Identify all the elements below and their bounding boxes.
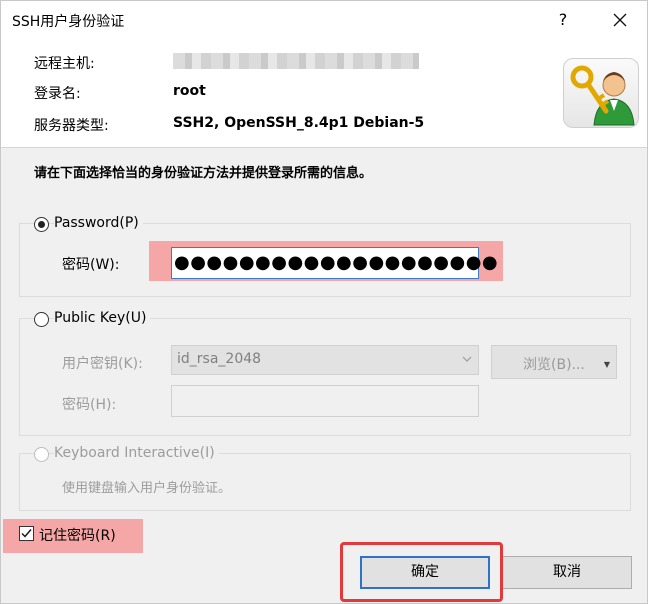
close-icon bbox=[613, 13, 627, 27]
window-title: SSH用户身份验证 bbox=[12, 14, 125, 30]
password-field-label: 密码(W): bbox=[62, 257, 120, 273]
ssh-auth-dialog: SSH用户身份验证 ? 远程主机: 登录名: root 服务器类型: SSH2,… bbox=[0, 0, 648, 604]
password-radio-label[interactable]: Password(P) bbox=[54, 215, 143, 231]
browse-button-label: 浏览(B)... bbox=[523, 357, 585, 373]
checkmark-icon bbox=[21, 529, 32, 538]
browse-button[interactable]: 浏览(B)... ▼ bbox=[491, 345, 617, 379]
title-bar: SSH用户身份验证 ? bbox=[1, 1, 647, 39]
password-input-value: ●●●●●●●●●●●●●●●●●●●● bbox=[174, 252, 499, 273]
key-user-icon bbox=[563, 58, 639, 128]
cancel-button[interactable]: 取消 bbox=[502, 556, 632, 589]
close-button[interactable] bbox=[595, 1, 645, 39]
publickey-radio[interactable] bbox=[34, 312, 49, 327]
keyboard-interactive-radio[interactable] bbox=[34, 447, 49, 462]
passphrase-label: 密码(H): bbox=[62, 397, 117, 413]
help-button[interactable]: ? bbox=[541, 1, 585, 39]
remote-host-label: 远程主机: bbox=[34, 56, 95, 72]
connection-info: 远程主机: 登录名: root 服务器类型: SSH2, OpenSSH_8.4… bbox=[1, 39, 647, 147]
ok-button-annotation bbox=[340, 542, 503, 602]
server-type-value: SSH2, OpenSSH_8.4p1 Debian-5 bbox=[173, 115, 425, 131]
remote-host-value-redacted bbox=[173, 53, 419, 69]
passphrase-input[interactable] bbox=[171, 385, 479, 417]
chevron-down-icon bbox=[462, 356, 472, 362]
password-radio[interactable] bbox=[34, 217, 49, 232]
user-key-label: 用户密钥(K): bbox=[62, 356, 143, 372]
publickey-radio-label[interactable]: Public Key(U) bbox=[54, 310, 151, 326]
keyboard-interactive-description: 使用键盘输入用户身份验证。 bbox=[62, 481, 232, 496]
user-key-select-value: id_rsa_2048 bbox=[177, 351, 262, 367]
login-name-value: root bbox=[173, 83, 206, 99]
remember-password-label[interactable]: 记住密码(R) bbox=[39, 525, 116, 545]
remember-password-checkbox[interactable] bbox=[19, 526, 34, 541]
instruction-text: 请在下面选择恰当的身份验证方法并提供登录所需的信息。 bbox=[34, 166, 373, 181]
login-name-label: 登录名: bbox=[34, 86, 81, 102]
keyboard-interactive-label[interactable]: Keyboard Interactive(I) bbox=[54, 445, 219, 461]
auth-methods-pane: 请在下面选择恰当的身份验证方法并提供登录所需的信息。 Password(P) 密… bbox=[1, 147, 647, 603]
dropdown-arrow-icon: ▼ bbox=[603, 360, 610, 369]
server-type-label: 服务器类型: bbox=[34, 118, 109, 134]
password-input[interactable]: ●●●●●●●●●●●●●●●●●●●● bbox=[171, 247, 498, 279]
user-key-select[interactable]: id_rsa_2048 bbox=[171, 345, 479, 375]
